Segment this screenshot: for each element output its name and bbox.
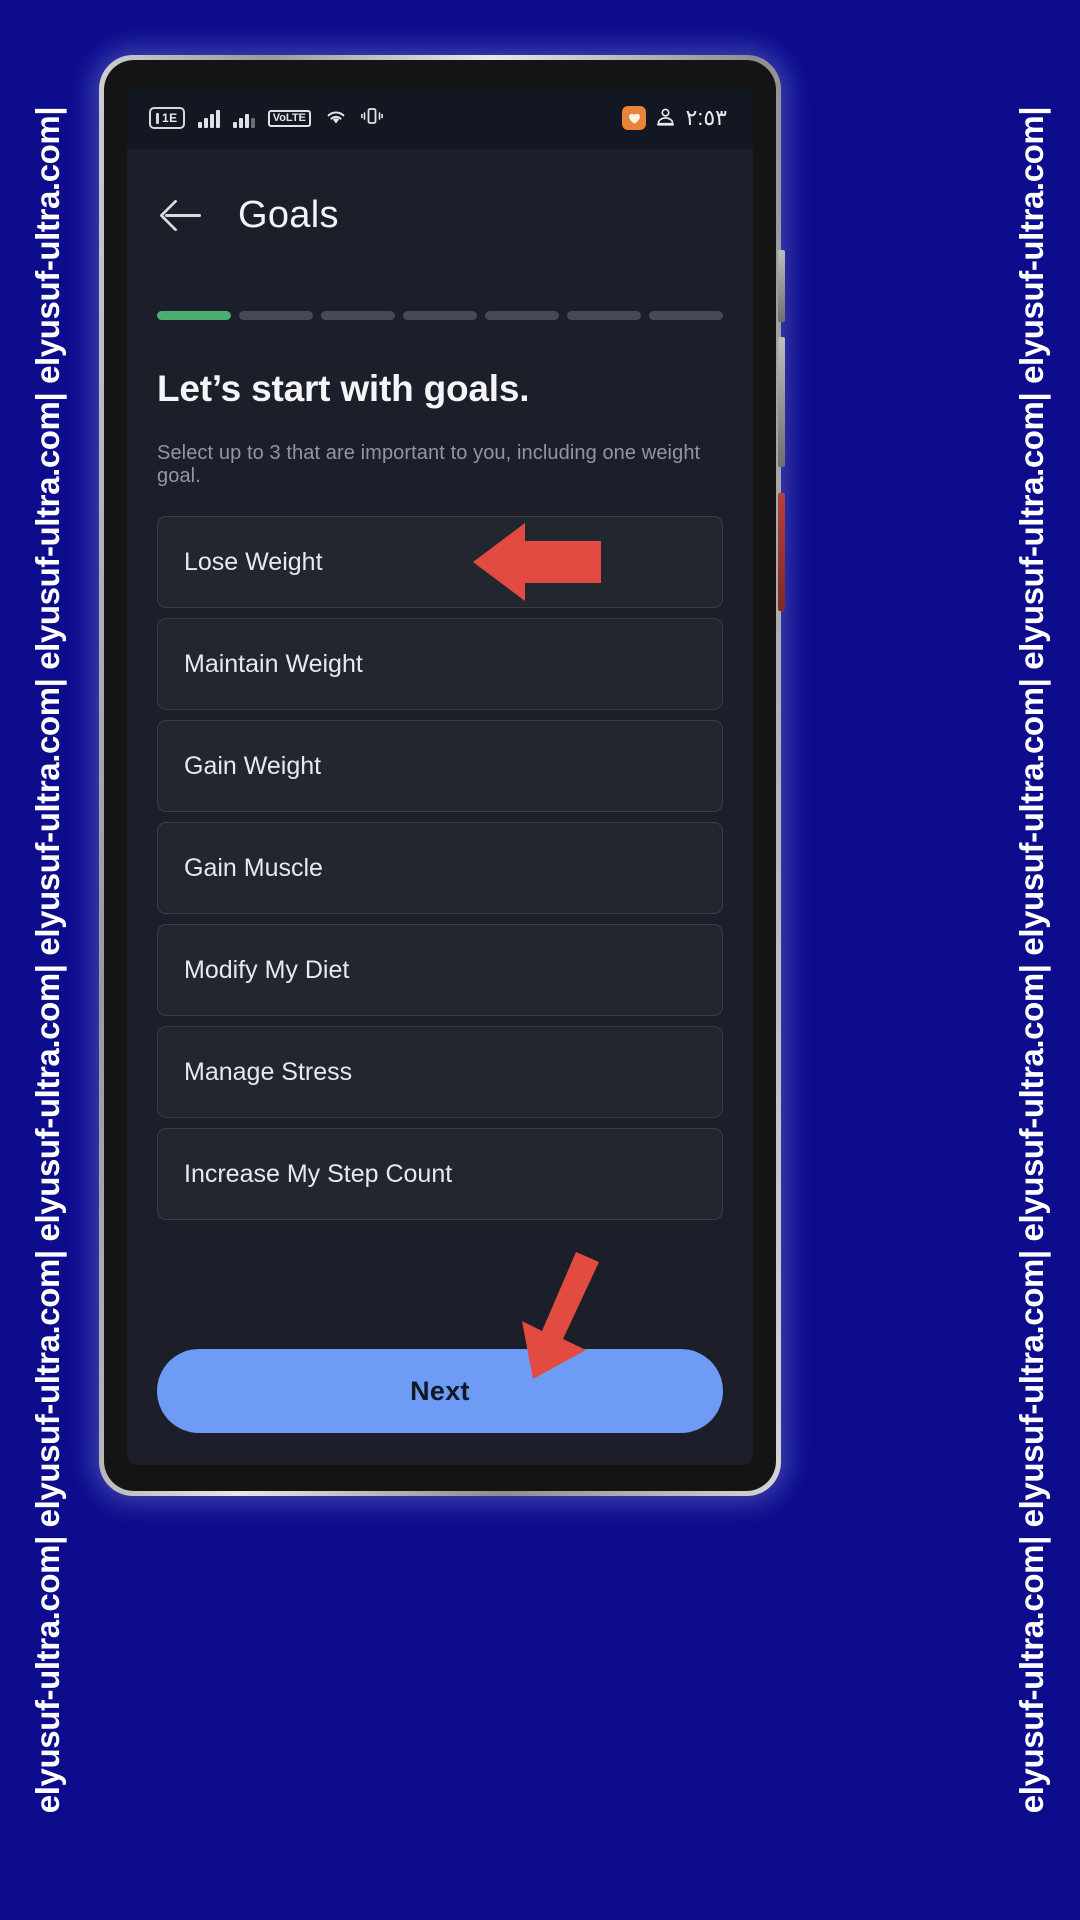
volte-icon: VoLTE	[267, 109, 311, 127]
watermark-left-text: elyusuf-ultra.com| elyusuf-ultra.com| el…	[29, 106, 66, 1814]
app-content: Goals Let’s start with goals. Select up …	[127, 149, 753, 1465]
goal-option-label: Modify My Diet	[184, 955, 350, 984]
goal-option-maintain-weight[interactable]: Maintain Weight	[157, 618, 723, 710]
subheadline: Select up to 3 that are important to you…	[157, 442, 701, 487]
progress-segment-6	[567, 311, 641, 320]
progress-segment-4	[403, 311, 477, 320]
goal-option-label: Lose Weight	[184, 547, 323, 576]
watermark-left: elyusuf-ultra.com| elyusuf-ultra.com| el…	[0, 0, 96, 1920]
app-notification-icon	[622, 106, 647, 130]
goal-option-increase-my-step-count[interactable]: Increase My Step Count	[157, 1128, 723, 1220]
vibrate-icon	[360, 106, 383, 130]
screenshot-root: elyusuf-ultra.com| elyusuf-ultra.com| el…	[0, 0, 1080, 1920]
vibrate-icon-svg	[360, 108, 383, 124]
goal-option-gain-weight[interactable]: Gain Weight	[157, 720, 723, 812]
watermark-right: elyusuf-ultra.com| elyusuf-ultra.com| el…	[984, 0, 1080, 1920]
progress-stepper	[157, 311, 723, 320]
volume-up-button[interactable]	[778, 250, 785, 322]
status-bar-right-icons: ٢:٥٣	[622, 105, 727, 131]
goal-option-label: Maintain Weight	[184, 649, 363, 678]
progress-segment-1	[157, 311, 231, 320]
goal-option-label: Gain Muscle	[184, 853, 323, 882]
sim-card-icon: 1E	[149, 107, 185, 129]
goal-option-label: Increase My Step Count	[184, 1159, 453, 1188]
signal-bars-secondary-icon	[232, 108, 255, 128]
phone-bezel: 1E VoLTE ٢:٥٣ Goals Let’s start with goa…	[104, 60, 776, 1491]
progress-segment-3	[321, 311, 395, 320]
goal-option-modify-my-diet[interactable]: Modify My Diet	[157, 924, 723, 1016]
phone-screen: 1E VoLTE ٢:٥٣ Goals Let’s start with goa…	[127, 87, 753, 1465]
headline: Let’s start with goals.	[157, 368, 530, 409]
power-button[interactable]	[778, 493, 785, 611]
app-notification-glyph	[628, 113, 640, 124]
arrow-left-icon[interactable]	[161, 193, 205, 237]
signal-bars-icon	[197, 108, 220, 128]
status-bar: 1E VoLTE ٢:٥٣	[127, 87, 753, 149]
goal-option-manage-stress[interactable]: Manage Stress	[157, 1026, 723, 1118]
next-button-label: Next	[410, 1375, 470, 1406]
watermark-right-text: elyusuf-ultra.com| elyusuf-ultra.com| el…	[1013, 106, 1050, 1814]
goal-option-gain-muscle[interactable]: Gain Muscle	[157, 822, 723, 914]
app-bar: Goals	[127, 149, 753, 253]
status-bar-left-icons: 1E VoLTE	[149, 106, 383, 130]
goal-options-list: Lose Weight Maintain Weight Gain Weight …	[157, 516, 723, 1220]
volume-down-button[interactable]	[778, 337, 785, 467]
page-title: Goals	[238, 193, 339, 236]
goal-option-label: Gain Weight	[184, 751, 322, 780]
goal-option-label: Manage Stress	[184, 1057, 353, 1086]
progress-segment-5	[485, 311, 559, 320]
goal-option-lose-weight[interactable]: Lose Weight	[157, 516, 723, 608]
next-button[interactable]: Next	[157, 1349, 723, 1433]
progress-segment-2	[239, 311, 313, 320]
wifi-icon	[324, 106, 348, 130]
progress-segment-7	[649, 311, 723, 320]
download-notification-icon	[655, 106, 676, 131]
wifi-icon-svg	[327, 111, 345, 124]
phone-frame: 1E VoLTE ٢:٥٣ Goals Let’s start with goa…	[99, 55, 785, 1496]
download-notification-glyph	[657, 108, 675, 126]
status-bar-clock: ٢:٥٣	[685, 105, 727, 130]
